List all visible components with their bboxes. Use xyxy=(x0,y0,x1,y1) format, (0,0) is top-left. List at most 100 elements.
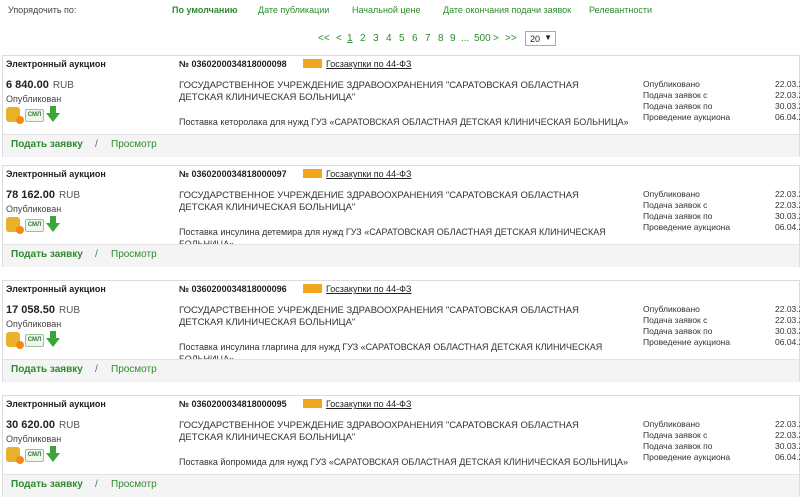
pager-page-4[interactable]: 4 xyxy=(386,33,392,44)
view-link[interactable]: Просмотр xyxy=(111,364,157,375)
view-link[interactable]: Просмотр xyxy=(111,249,157,260)
registry-number[interactable]: № 0360200034818000096 xyxy=(179,284,287,294)
pager-page-500[interactable]: 500 xyxy=(474,33,491,44)
card-icons: СМЛ xyxy=(6,106,66,126)
purchase-subject: Поставка йопромида для нужд ГУЗ «САРАТОВ… xyxy=(179,457,629,467)
date-label: Проведение аукциона xyxy=(643,452,731,462)
pager-ellipsis[interactable]: ... xyxy=(461,33,469,44)
view-link[interactable]: Просмотр xyxy=(111,139,157,150)
customer-org: ГОСУДАРСТВЕННОЕ УЧРЕЖДЕНИЕ ЗДРАВООХРАНЕН… xyxy=(179,80,579,103)
download-arrow-icon[interactable] xyxy=(46,331,60,347)
date-label: Подача заявок с xyxy=(643,90,708,100)
date-value: 30.03.2 xyxy=(775,326,800,336)
sml-badge-icon[interactable]: СМЛ xyxy=(25,219,44,232)
date-row: Подача заявок по 30.03.2 xyxy=(643,441,800,452)
sort-label: Упорядочить по: xyxy=(8,5,77,15)
law-tag[interactable]: Госзакупки по 44-ФЗ xyxy=(303,59,411,69)
law-link[interactable]: Госзакупки по 44-ФЗ xyxy=(326,284,411,294)
apply-button[interactable]: Подать заявку xyxy=(11,479,83,490)
pager-page-3[interactable]: 3 xyxy=(373,33,379,44)
pager-page-9[interactable]: 9 xyxy=(450,33,456,44)
dates-block: Опубликовано 22.03.2 Подача заявок с 22.03.… xyxy=(643,419,800,463)
pager-page-7[interactable]: 7 xyxy=(425,33,431,44)
download-arrow-icon[interactable] xyxy=(46,216,60,232)
pager-page-6[interactable]: 6 xyxy=(412,33,418,44)
date-row: Подача заявок с 22.03.2 xyxy=(643,315,800,326)
date-value: 22.03.2 xyxy=(775,430,800,440)
apply-button[interactable]: Подать заявку xyxy=(11,139,83,150)
law-tag[interactable]: Госзакупки по 44-ФЗ xyxy=(303,399,411,409)
law-tag[interactable]: Госзакупки по 44-ФЗ xyxy=(303,284,411,294)
dates-block: Опубликовано 22.03.2 Подача заявок с 22.03.… xyxy=(643,304,800,348)
view-link[interactable]: Просмотр xyxy=(111,479,157,490)
start-price: 78 162.00 RUB xyxy=(6,189,80,201)
dates-block: Опубликовано 22.03.2 Подача заявок с 22.03.… xyxy=(643,79,800,123)
sml-badge-icon[interactable]: СМЛ xyxy=(25,109,44,122)
date-label: Подача заявок по xyxy=(643,101,713,111)
currency: RUB xyxy=(58,305,81,316)
law-link[interactable]: Госзакупки по 44-ФЗ xyxy=(326,399,411,409)
date-label: Подача заявок по xyxy=(643,211,713,221)
pager-page-8[interactable]: 8 xyxy=(438,33,444,44)
date-row: Опубликовано 22.03.2 xyxy=(643,304,800,315)
purchase-subject: Поставка кеторолака для нужд ГУЗ «САРАТО… xyxy=(179,117,629,127)
per-page-select[interactable]: 20 ▼ xyxy=(525,31,556,46)
pager-page-5[interactable]: 5 xyxy=(399,33,405,44)
dates-block: Опубликовано 22.03.2 Подача заявок с 22.03.… xyxy=(643,189,800,233)
date-value: 30.03.2 xyxy=(775,211,800,221)
card-icons: СМЛ xyxy=(6,331,66,351)
procedure-type: Электронный аукцион xyxy=(6,284,106,294)
apply-button[interactable]: Подать заявку xyxy=(11,249,83,260)
date-label: Подача заявок по xyxy=(643,326,713,336)
law-tag[interactable]: Госзакупки по 44-ФЗ xyxy=(303,169,411,179)
date-row: Проведение аукциона 06.04.2 xyxy=(643,337,800,348)
pager-page-1[interactable]: 1 xyxy=(347,33,353,44)
date-value: 22.03.2 xyxy=(775,90,800,100)
pager-page-2[interactable]: 2 xyxy=(360,33,366,44)
sml-badge-icon[interactable]: СМЛ xyxy=(25,449,44,462)
per-page-value: 20 xyxy=(530,34,541,44)
coins-icon xyxy=(6,107,24,124)
date-label: Проведение аукциона xyxy=(643,337,731,347)
date-row: Подача заявок с 22.03.2 xyxy=(643,90,800,101)
date-value: 30.03.2 xyxy=(775,441,800,451)
date-value: 06.04.2 xyxy=(775,222,800,232)
date-value: 06.04.2 xyxy=(775,112,800,122)
registry-number[interactable]: № 0360200034818000097 xyxy=(179,169,287,179)
date-row: Подача заявок с 22.03.2 xyxy=(643,430,800,441)
registry-number[interactable]: № 0360200034818000098 xyxy=(179,59,287,69)
price-value: 6 840.00 xyxy=(6,79,49,91)
date-label: Подача заявок с xyxy=(643,430,708,440)
pager-prev[interactable]: < xyxy=(336,33,342,44)
sml-badge-icon[interactable]: СМЛ xyxy=(25,334,44,347)
law-flag-icon xyxy=(303,399,322,408)
sort-option-deadline[interactable]: Дате окончания подачи заявок xyxy=(443,5,571,15)
date-label: Проведение аукциона xyxy=(643,222,731,232)
card-actions: Подать заявку / Просмотр xyxy=(3,244,799,267)
download-arrow-icon[interactable] xyxy=(46,446,60,462)
pager-last[interactable]: >> xyxy=(505,33,517,44)
registry-number[interactable]: № 0360200034818000095 xyxy=(179,399,287,409)
coins-icon xyxy=(6,447,24,464)
law-link[interactable]: Госзакупки по 44-ФЗ xyxy=(326,59,411,69)
sort-option-start-price[interactable]: Начальной цене xyxy=(352,5,420,15)
status-text: Опубликован xyxy=(6,319,62,329)
date-row: Подача заявок по 30.03.2 xyxy=(643,101,800,112)
pager-next[interactable]: > xyxy=(493,33,499,44)
date-value: 22.03.2 xyxy=(775,189,800,199)
currency: RUB xyxy=(52,80,74,91)
law-link[interactable]: Госзакупки по 44-ФЗ xyxy=(326,169,411,179)
pager-first[interactable]: << xyxy=(318,33,330,44)
date-label: Опубликовано xyxy=(643,419,700,429)
sort-option-publish-date[interactable]: Дате публикации xyxy=(258,5,329,15)
apply-button[interactable]: Подать заявку xyxy=(11,364,83,375)
date-value: 22.03.2 xyxy=(775,200,800,210)
card-actions: Подать заявку / Просмотр xyxy=(3,474,799,497)
law-flag-icon xyxy=(303,284,322,293)
procedure-type: Электронный аукцион xyxy=(6,399,106,409)
download-arrow-icon[interactable] xyxy=(46,106,60,122)
sort-option-default[interactable]: По умолчанию xyxy=(172,5,238,15)
procedure-type: Электронный аукцион xyxy=(6,169,106,179)
currency: RUB xyxy=(58,190,81,201)
sort-option-relevance[interactable]: Релевантности xyxy=(589,5,652,15)
